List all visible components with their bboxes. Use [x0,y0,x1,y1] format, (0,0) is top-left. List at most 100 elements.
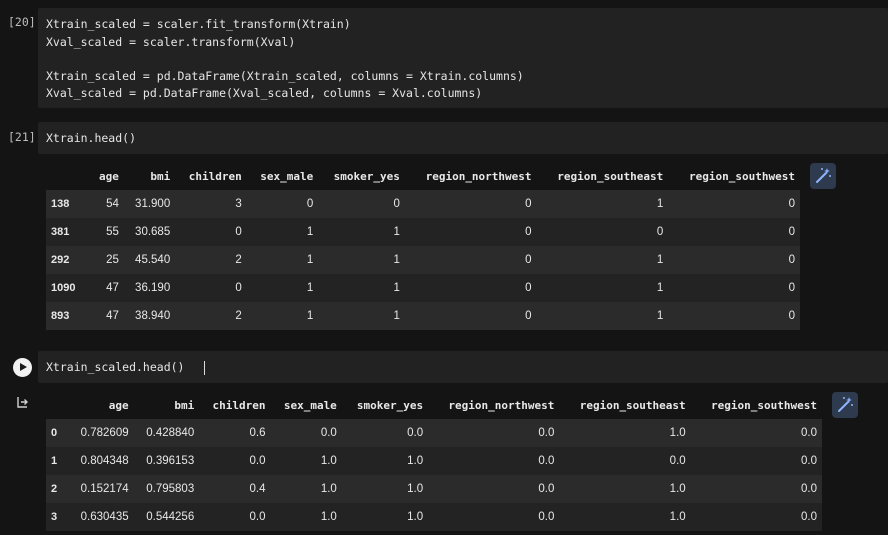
table-cell: 0 [668,246,800,274]
table-cell: 0.0 [270,419,342,447]
table-cell: 25 [90,246,124,274]
column-header: age [108,398,129,412]
code-editor[interactable]: Xtrain_scaled.head() [38,351,888,383]
row-index: 1090 [46,274,90,302]
table-cell: 0.0 [199,503,271,531]
table-cell: 0.4 [199,475,271,503]
column-header: region_southwest [689,169,795,183]
table-cell: 0 [404,302,537,330]
column-header: children [212,398,266,412]
column-header: smoker_yes [333,169,400,183]
table-cell: 1.0 [270,475,342,503]
code-line: Xtrain_scaled.head() [46,360,185,374]
code-editor[interactable]: Xtrain.head() [38,122,888,154]
table-cell: 0.630435 [68,503,134,531]
execution-count: [20] [8,15,36,29]
table-cell: 0 [668,190,800,218]
code-line: Xtrain.head() [46,131,137,145]
output-redirect-icon[interactable] [17,396,29,408]
column-header: sex_male [260,169,314,183]
table-cell: 1.0 [270,503,342,531]
table-cell: 38.940 [123,302,176,330]
column-header [46,162,90,190]
table-cell: 0 [246,190,319,218]
dataframe-suggest-button[interactable] [832,392,858,418]
row-index: 0 [46,419,68,447]
table-cell: 0.396153 [133,447,200,475]
table-row: 3 0.630435 0.544256 0.0 1.0 1.0 0.0 1.0 … [46,503,822,531]
column-header: age [99,169,119,183]
column-header: bmi [150,169,171,183]
magic-wand-icon [816,168,831,183]
table-cell: 0 [175,274,247,302]
table-cell: 0.0 [428,419,560,447]
dataframe-output-xtrain: age bmi children sex_male smoker_yes reg… [46,162,800,330]
table-cell: 1.0 [341,447,429,475]
table-cell: 1.0 [341,503,429,531]
table-row: 2 0.152174 0.795803 0.4 1.0 1.0 0.0 1.0 … [46,475,822,503]
table-cell: 1 [536,274,669,302]
table-cell: 1 [536,190,669,218]
table-cell: 0 [404,274,537,302]
code-line: Xval_scaled = scaler.transform(Xval) [46,35,296,49]
table-cell: 0.0 [559,447,691,475]
table-cell: 1 [246,302,319,330]
table-cell: 1 [246,246,319,274]
table-header-row: age bmi children sex_male smoker_yes reg… [46,162,800,190]
table-cell: 1 [318,274,405,302]
table-cell: 0.795803 [133,475,200,503]
table-cell: 0.782609 [68,419,134,447]
table-cell: 1 [318,218,405,246]
table-cell: 0.0 [690,503,822,531]
table-cell: 36.190 [123,274,176,302]
column-header: bmi [174,398,195,412]
table-cell: 0.428840 [133,419,200,447]
table-cell: 3 [175,190,247,218]
code-line: Xtrain_scaled = scaler.fit_transform(Xtr… [46,17,351,31]
table-cell: 0 [668,274,800,302]
text-cursor [204,361,206,375]
table-cell: 1 [318,302,405,330]
table-cell: 0.0 [199,447,271,475]
table-row: 1090 47 36.190 0 1 1 0 1 0 [46,274,800,302]
table-cell: 0 [668,302,800,330]
table-cell: 0.152174 [68,475,134,503]
table-row: 893 47 38.940 2 1 1 0 1 0 [46,302,800,330]
code-cell-active: Xtrain_scaled.head() [0,351,888,383]
table-cell: 0.6 [199,419,271,447]
row-index: 3 [46,503,68,531]
table-cell: 31.900 [123,190,176,218]
table-cell: 0.0 [690,447,822,475]
code-editor[interactable]: Xtrain_scaled = scaler.fit_transform(Xtr… [38,8,888,108]
table-cell: 0 [318,190,405,218]
table-cell: 0 [404,190,537,218]
table-cell: 1 [246,274,319,302]
row-index: 2 [46,475,68,503]
table-cell: 47 [90,302,124,330]
table-cell: 1 [536,246,669,274]
column-header: region_southeast [579,398,686,412]
notebook: [20] Xtrain_scaled = scaler.fit_transfor… [0,0,888,535]
table-cell: 1.0 [559,503,691,531]
row-index: 1 [46,447,68,475]
run-cell-button[interactable] [13,358,32,377]
dataframe-suggest-button[interactable] [810,163,836,189]
table-row: 381 55 30.685 0 1 1 0 0 0 [46,218,800,246]
row-index: 292 [46,246,90,274]
table-cell: 1.0 [559,419,691,447]
table-cell: 1 [318,246,405,274]
table-cell: 0.0 [428,503,560,531]
table-cell: 1.0 [341,475,429,503]
row-index: 893 [46,302,90,330]
column-header: sex_male [283,398,337,412]
table-cell: 0.0 [428,447,560,475]
row-index: 138 [46,190,90,218]
table-cell: 0 [668,218,800,246]
table-cell: 0.544256 [133,503,200,531]
column-header: region_northwest [425,169,532,183]
table-cell: 2 [175,246,247,274]
table-header-row: age bmi children sex_male smoker_yes reg… [46,391,822,419]
table-cell: 54 [90,190,124,218]
table-cell: 1.0 [559,475,691,503]
table-cell: 30.685 [123,218,176,246]
